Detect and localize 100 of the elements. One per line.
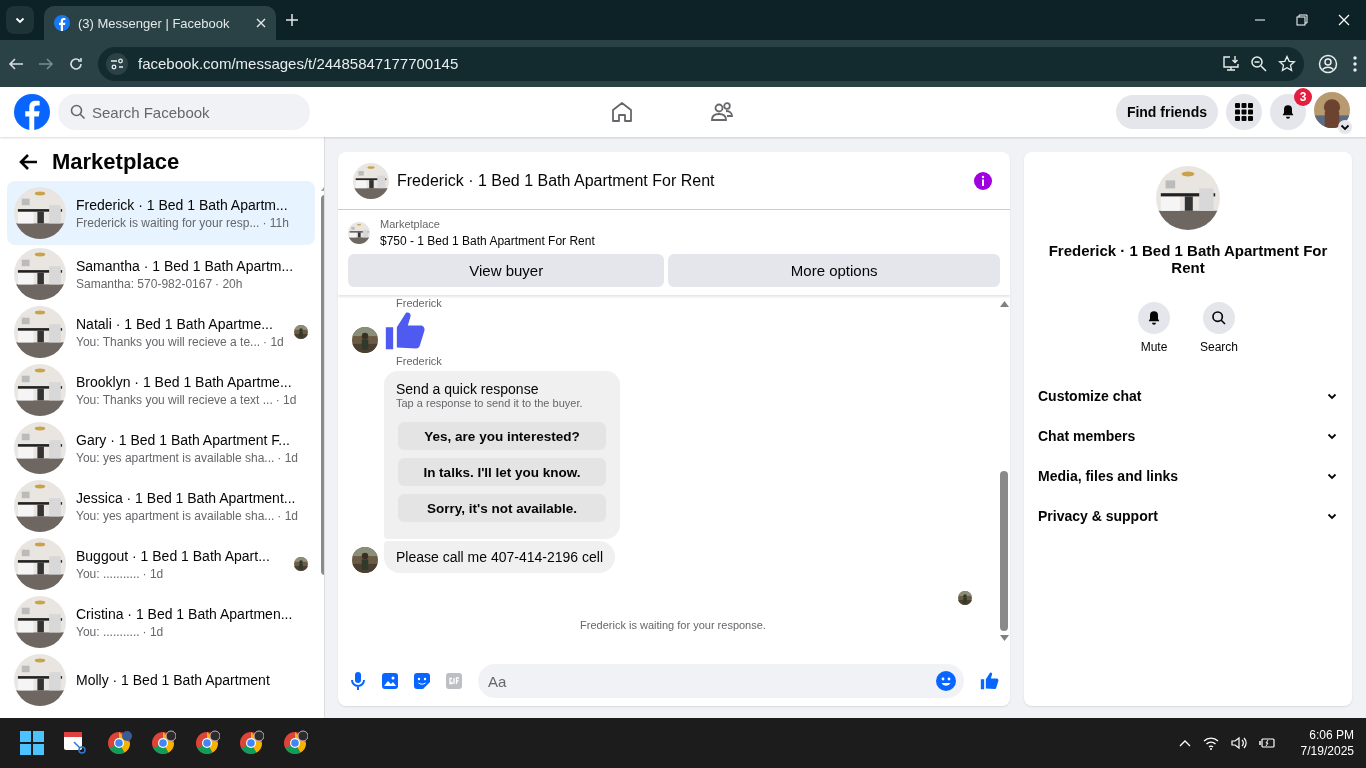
message-time: · 1d [142,624,164,639]
browser-icon[interactable] [282,730,308,756]
restore-icon[interactable] [1296,14,1308,26]
conversation-item[interactable]: Frederick · 1 Bed 1 Bath Apartm... Frederick is waiting for your resp... · 11h [7,181,315,245]
facebook-logo-icon[interactable] [14,94,50,130]
conversation-item[interactable]: Jessica · 1 Bed 1 Bath Apartment... You: yes apartment is available sha... · 1d [7,477,315,535]
microphone-icon[interactable] [350,672,366,690]
section-header[interactable]: Customize chat [1032,376,1344,416]
conversation-title: Molly · 1 Bed 1 Bath Apartment [76,672,271,688]
sender-name: Frederick [396,355,443,367]
people-icon[interactable] [710,100,734,124]
conversation-title: Natali · 1 Bed 1 Bath Apartme... [76,315,274,332]
quick-reply-button[interactable]: Yes, are you interested? [398,422,606,450]
menu-button[interactable] [1226,94,1262,130]
message-input[interactable]: Aa [478,664,964,698]
message-preview: You: yes apartment is available sha... [76,450,275,465]
forward-arrow-icon[interactable] [38,55,54,72]
conversation-item[interactable]: Cristina · 1 Bed 1 Bath Apartmen... You: ........... · 1d [7,593,315,651]
search-icon [1211,310,1227,326]
reload-icon[interactable] [68,55,84,72]
conversation-item[interactable]: Natali · 1 Bed 1 Bath Apartme... You: Thanks you will recieve a te... · 1d [7,303,315,361]
message-preview: Samantha: 570-982-0167 [76,276,213,291]
conversation-item[interactable]: Brooklyn · 1 Bed 1 Bath Apartme... You: Thanks you will recieve a text ... · 1d [7,361,315,419]
search-field[interactable]: Search Facebook [58,94,310,130]
contact-name: Frederick · 1 Bed 1 Bath Apartment For Rent [1047,242,1329,276]
wifi-icon[interactable] [1202,736,1219,750]
message-preview: You: Thanks you will recieve a te... [76,334,261,349]
listing-label: Marketplace [380,218,441,230]
message-time: · 20h [215,276,243,291]
profile-icon[interactable] [1318,53,1338,74]
sender-name: Frederick [396,297,443,309]
speaker-icon[interactable] [1230,736,1247,750]
action-button[interactable]: More options [668,254,1000,287]
section-header[interactable]: Privacy & support [1032,496,1344,536]
notification-badge: 3 [1294,88,1312,106]
browser-icon[interactable] [150,730,176,756]
chat-title: Frederick · 1 Bed 1 Bath Apartment For Rent [397,171,716,190]
conversation-item[interactable]: Samantha · 1 Bed 1 Bath Apartm... Samantha: 570-982-0167 · 20h [7,245,315,303]
message-preview: You: ........... [76,624,140,639]
chevron-up-icon[interactable] [1178,739,1191,747]
browser-icon[interactable] [106,730,132,756]
scrollbar-thumb[interactable] [1000,471,1008,631]
info-icon[interactable] [974,171,992,190]
home-icon[interactable] [610,100,634,124]
star-icon[interactable] [1278,54,1296,73]
snipping-tool-icon[interactable] [62,730,88,756]
conversation-title: Jessica · 1 Bed 1 Bath Apartment... [76,489,297,506]
message-time: · 1d [277,450,299,465]
clock-time[interactable]: 6:06 PM [1309,728,1354,742]
message-time: · 1d [263,334,284,349]
image-icon[interactable] [382,673,398,689]
battery-icon[interactable] [1258,737,1275,749]
browser-tab[interactable]: (3) Messenger | Facebook [44,6,276,40]
conversation-item[interactable]: Gary · 1 Bed 1 Bath Apartment F... You: yes apartment is available sha... · 1d [7,419,315,477]
message-time: · 1d [275,392,297,407]
message-time: · 11h [262,215,289,230]
clock-date[interactable]: 7/19/2025 [1300,744,1354,758]
url-text: facebook.com/messages/t/24485847177700145 [138,55,460,72]
back-arrow-icon[interactable] [8,55,24,72]
plus-icon[interactable] [286,14,298,26]
close-icon[interactable] [256,18,266,28]
listing-title: $750 - 1 Bed 1 Bath Apartment For Rent [380,234,595,248]
menu-icon[interactable] [1352,54,1358,73]
windows-start-icon[interactable] [20,731,44,755]
message-time: · 1d [142,566,164,581]
status-text: Frederick is waiting for your response. [579,619,767,631]
conversation-title: Gary · 1 Bed 1 Bath Apartment F... [76,431,291,448]
quick-response-subtitle: Tap a response to send it to the buyer. [396,397,584,409]
scroll-down-icon[interactable] [999,635,1009,641]
back-arrow-icon[interactable] [18,153,38,171]
zoom-out-icon[interactable] [1250,54,1268,73]
browser-icon[interactable] [194,730,220,756]
conversation-item[interactable]: Molly · 1 Bed 1 Bath Apartment [7,651,315,709]
sidebar-title: Marketplace [52,149,180,175]
search-icon [70,104,86,120]
notifications-button[interactable] [1270,94,1306,130]
install-app-icon[interactable] [1222,54,1240,73]
emoji-icon[interactable] [936,671,956,691]
bell-icon [1146,310,1162,326]
quick-reply-button[interactable]: Sorry, it's not available. [398,494,606,522]
facebook-logo-icon [54,15,70,31]
section-header[interactable]: Media, files and links [1032,456,1344,496]
quick-reply-button[interactable]: In talks. I'll let you know. [398,458,606,486]
message-preview: Frederick is waiting for your resp... [76,215,260,230]
section-header[interactable]: Chat members [1032,416,1344,456]
address-bar[interactable]: facebook.com/messages/t/24485847177700145 [98,46,1304,81]
find-friends-button[interactable]: Find friends [1115,95,1218,129]
thumbs-up-icon[interactable] [980,671,1000,691]
sticker-icon[interactable] [414,673,430,689]
grid-icon [1235,103,1253,121]
message-preview: You: Thanks you will recieve a text ... [76,392,273,407]
conversation-title: Buggout · 1 Bed 1 Bath Apart... [76,547,271,564]
scroll-up-icon[interactable] [999,301,1009,307]
quick-response-title: Send a quick response [396,381,540,397]
action-button[interactable]: View buyer [348,254,665,287]
site-settings-icon[interactable] [106,52,128,75]
conversation-item[interactable]: Buggout · 1 Bed 1 Bath Apart... You: ........... · 1d [7,535,315,593]
conversation-title: Samantha · 1 Bed 1 Bath Apartm... [76,257,295,274]
browser-icon[interactable] [238,730,264,756]
conversation-title: Cristina · 1 Bed 1 Bath Apartmen... [76,605,294,622]
